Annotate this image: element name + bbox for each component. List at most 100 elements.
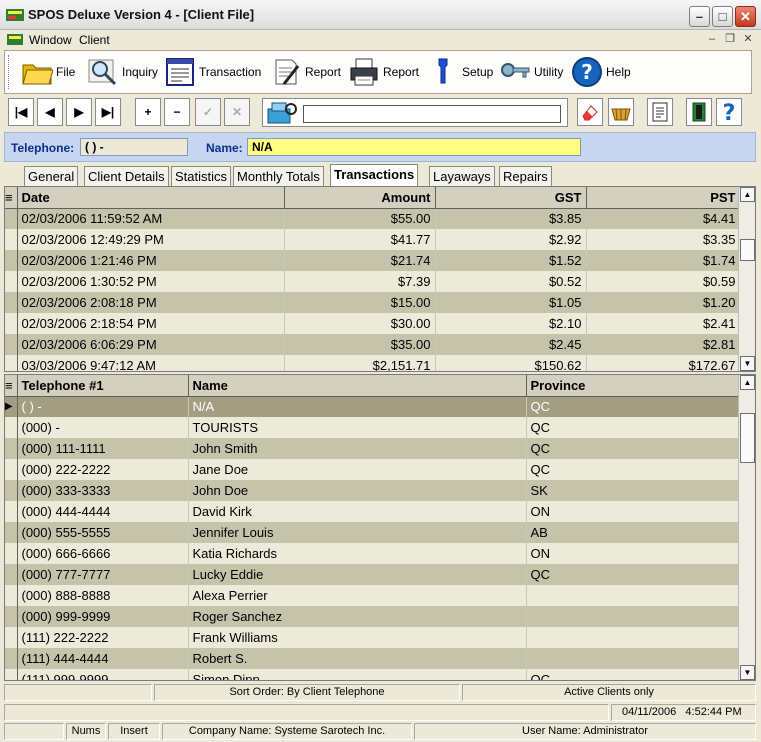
inquiry-button[interactable]: Inquiry [87,55,158,89]
svg-text:?: ? [723,101,736,123]
table-row[interactable]: 02/03/2006 1:30:52 PM $7.39 $0.52 $0.59 [5,271,741,292]
table-row[interactable]: (000) 777-7777 Lucky Eddie QC [5,564,741,585]
cell-province: SK [526,480,741,501]
table-row[interactable]: (000) 888-8888 Alexa Perrier [5,585,741,606]
document-button[interactable] [647,98,673,126]
column-header-date[interactable]: Date [17,187,285,209]
maximize-button[interactable]: □ [712,6,733,27]
print-report-button[interactable]: Report [348,55,419,89]
minimize-button[interactable]: – [689,6,710,27]
table-row[interactable]: (000) 666-6666 Katia Richards ON [5,543,741,564]
tab-monthly-totals[interactable]: Monthly Totals [233,166,324,186]
table-row-selected[interactable]: ▶( ) - N/A QC [5,396,741,417]
search-input[interactable] [303,105,561,123]
table-row[interactable]: 02/03/2006 2:08:18 PM $15.00 $1.05 $1.20 [5,292,741,313]
table-row[interactable]: 02/03/2006 1:21:46 PM $21.74 $1.52 $1.74 [5,250,741,271]
tab-statistics[interactable]: Statistics [171,166,232,186]
tab-transactions[interactable]: Transactions [330,164,419,186]
context-help-button[interactable]: ? [716,98,742,126]
column-header-pst[interactable]: PST [586,187,741,209]
tab-general[interactable]: General [24,166,79,186]
utility-button[interactable]: Utility [499,55,563,89]
table-row[interactable]: 02/03/2006 12:49:29 PM $41.77 $2.92 $3.35 [5,229,741,250]
scroll-down-arrow[interactable]: ▼ [740,356,755,371]
menu-client[interactable]: Client [79,33,110,47]
cell-pst: $4.41 [586,208,741,229]
post-edit-button[interactable]: ✓ [195,98,221,126]
setup-button[interactable]: Setup [427,55,493,89]
table-row[interactable]: (000) 111-1111 John Smith QC [5,438,741,459]
current-row-indicator: ▶ [5,396,18,417]
cell-province: ON [526,501,741,522]
row-indicator-header: ≡ [5,375,18,397]
previous-record-button[interactable]: ◀ [37,98,63,126]
exit-door-button[interactable] [686,98,712,126]
menu-window[interactable]: Window [29,33,72,47]
last-record-button[interactable]: ▶| [95,98,121,126]
first-record-button[interactable]: |◀ [8,98,34,126]
scroll-down-arrow[interactable]: ▼ [740,665,755,680]
scroll-thumb[interactable] [740,239,755,261]
file-button[interactable]: File [21,55,75,89]
add-record-button[interactable]: + [135,98,161,126]
tab-repairs[interactable]: Repairs [499,166,552,186]
table-row[interactable]: 02/03/2006 6:06:29 PM $35.00 $2.45 $2.81 [5,334,741,355]
door-exit-icon [692,102,706,122]
table-row[interactable]: (000) 222-2222 Jane Doe QC [5,459,741,480]
table-row[interactable]: (111) 222-2222 Frank Williams [5,627,741,648]
name-field[interactable]: N/A [247,138,581,156]
table-row[interactable]: 02/03/2006 11:59:52 AM $55.00 $3.85 $4.41 [5,208,741,229]
clients-grid[interactable]: ≡ Telephone #1 Name Province ▶( ) - N/A QC… [4,374,756,681]
transactions-scrollbar[interactable]: ▲ ▼ [738,187,755,371]
table-row[interactable]: (000) 444-4444 David Kirk ON [5,501,741,522]
column-header-telephone[interactable]: Telephone #1 [17,375,189,397]
mdi-minimize-button[interactable]: – [704,32,720,46]
table-row[interactable]: 02/03/2006 2:18:54 PM $30.00 $2.10 $2.41 [5,313,741,334]
telephone-field[interactable]: ( ) - [80,138,188,156]
mdi-restore-button[interactable]: ❐ [722,32,738,46]
clients-scrollbar[interactable]: ▲ ▼ [738,375,755,680]
tab-client-details[interactable]: Client Details [84,166,169,186]
cell-pst: $1.20 [586,292,741,313]
column-header-amount[interactable]: Amount [284,187,436,209]
cell-province: AB [526,522,741,543]
cell-gst: $150.62 [435,355,587,371]
transaction-button[interactable]: Transaction [164,55,261,89]
status-cell-empty [4,684,152,701]
help-button[interactable]: ? Help [571,55,631,89]
cell-pst: $172.67 [586,355,741,371]
table-row[interactable]: (111) 999-9999 Simon Dipp QC [5,669,741,680]
table-row[interactable]: (000) - TOURISTS QC [5,417,741,438]
cell-pst: $0.59 [586,271,741,292]
report-button[interactable]: Report [270,55,341,89]
table-row[interactable]: 03/03/2006 9:47:12 AM $2,151.71 $150.62 $17… [5,355,741,371]
tab-layaways[interactable]: Layaways [429,166,495,186]
scroll-thumb[interactable] [740,413,755,463]
eraser-button[interactable] [577,98,603,126]
close-button[interactable]: ✕ [735,6,756,27]
column-header-name[interactable]: Name [188,375,527,397]
next-record-button[interactable]: ▶ [66,98,92,126]
info-status-bar: Nums Insert Company Name: Systeme Sarote… [4,722,756,742]
table-row[interactable]: (000) 555-5555 Jennifer Louis AB [5,522,741,543]
toolbar-grip[interactable] [8,55,11,89]
cell-pst: $1.74 [586,250,741,271]
scroll-up-arrow[interactable]: ▲ [740,187,755,202]
table-row[interactable]: (111) 444-4444 Robert S. [5,648,741,669]
cell-amount: $41.77 [284,229,436,250]
cell-telephone: (000) - [17,417,189,438]
cancel-edit-button[interactable]: ✕ [224,98,250,126]
sort-status-bar: Sort Order: By Client Telephone Active C… [4,683,756,701]
delete-record-button[interactable]: − [164,98,190,126]
transactions-grid[interactable]: ≡ Date Amount GST PST 02/03/2006 11:59:5… [4,186,756,372]
scroll-up-arrow[interactable]: ▲ [740,375,755,390]
cell-gst: $3.85 [435,208,587,229]
spos-doc-icon [7,34,23,45]
column-header-province[interactable]: Province [526,375,741,397]
basket-button[interactable] [608,98,634,126]
table-row[interactable]: (000) 333-3333 John Doe SK [5,480,741,501]
cell-telephone: (000) 111-1111 [17,438,189,459]
mdi-close-button[interactable]: ✕ [740,32,756,46]
column-header-gst[interactable]: GST [435,187,587,209]
table-row[interactable]: (000) 999-9999 Roger Sanchez [5,606,741,627]
